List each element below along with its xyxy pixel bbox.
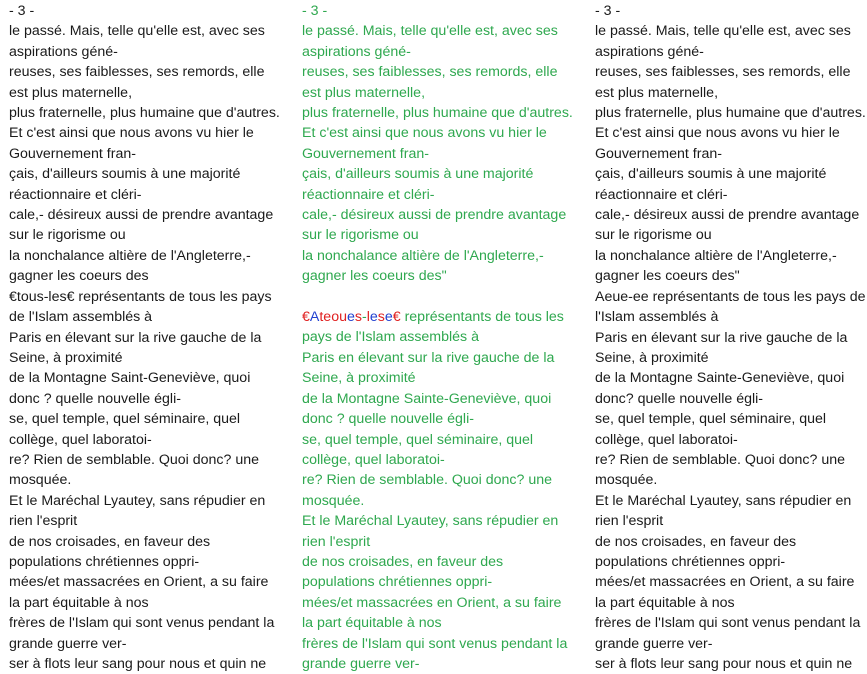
text-line: Aeue-ee représentants de tous les pays d… <box>595 288 866 326</box>
text-line: de nos croisades, en faveur des populati… <box>302 553 508 591</box>
text-line: se, quel temple, quel séminaire, quel co… <box>9 411 245 448</box>
text-line: le passé. Mais, telle qu'elle est, avec … <box>595 23 855 60</box>
text-line: plus fraternelle, plus humaine que d'aut… <box>302 105 573 122</box>
text-line: frères de l'Islam qui sont venus pendant… <box>9 615 279 652</box>
text-line: le passé. Mais, telle qu'elle est, avec … <box>9 23 269 60</box>
text-line: frères de l'Islam qui sont venus pendant… <box>595 615 865 652</box>
text-line: re? Rien de semblable. Quoi donc? une mo… <box>302 472 556 509</box>
text-line: Paris en élevant sur la rive gauche de l… <box>9 329 266 366</box>
diff-inserted: e <box>369 309 378 326</box>
text-line: mées/et massacrées en Orient, a su faire… <box>9 574 273 611</box>
text-line: Et c'est ainsi que nous avons vu hier le… <box>9 125 258 162</box>
text-line: de la Montagne Sainte-Geneviève, quoi do… <box>302 390 556 428</box>
left-text-column: - 3 - le passé. Mais, telle qu'elle est,… <box>9 1 281 674</box>
text-line: la nonchalance altière de l'Angleterre,-… <box>9 247 255 285</box>
text-line: plus fraternelle, plus humaine que d'aut… <box>595 105 866 122</box>
text-line: la nonchalance altière de l'Angleterre,-… <box>595 247 841 285</box>
text-line: çais, d'ailleurs soumis à une majorité r… <box>302 166 538 203</box>
text-line: ser à flots leur sang pour nous et quin … <box>9 656 267 672</box>
text-line: Et c'est ainsi que nous avons vu hier le… <box>595 125 844 162</box>
text-line: re? Rien de semblable. Quoi donc? une mo… <box>9 451 263 489</box>
text-line: mées/et massacrées en Orient, a su faire… <box>302 594 566 632</box>
text-line: frères de l'Islam qui sont venus pendant… <box>302 635 572 672</box>
diff-deleted: € <box>302 309 310 326</box>
diff-deleted: s <box>377 309 385 326</box>
diff-text-column: - 3 - le passé. Mais, telle qu'elle est,… <box>302 1 574 674</box>
diff-deleted: s <box>354 309 362 326</box>
page-number: - 3 - <box>9 3 35 19</box>
text-line: cale,- désireux aussi de prendre avantag… <box>302 207 571 244</box>
diff-inserted: e <box>346 309 355 326</box>
text-line: Paris en élevant sur la rive gauche de l… <box>595 329 852 366</box>
text-line: le passé. Mais, telle qu'elle est, avec … <box>302 23 562 60</box>
diff-deleted: € <box>392 309 401 326</box>
text-line: de nos croisades, en faveur des populati… <box>9 533 215 570</box>
text-line: la nonchalance altière de l'Angleterre,-… <box>302 247 548 285</box>
text-line: ser à flots leur sang pour nous et quin … <box>595 656 853 672</box>
text-line: se, quel temple, quel séminaire, quel co… <box>302 431 538 468</box>
page-number: - 3 - <box>302 3 328 19</box>
text-line: se, quel temple, quel séminaire, quel co… <box>595 411 831 448</box>
diff-line: €Ateoues-lese€ représentants de tous les… <box>302 307 574 348</box>
text-line: de nos croisades, en faveur des populati… <box>595 533 801 570</box>
right-text-column: - 3 - le passé. Mais, telle qu'elle est,… <box>595 1 867 674</box>
text-line: cale,- désireux aussi de prendre avantag… <box>595 207 864 244</box>
text-line: cale,- désireux aussi de prendre avantag… <box>9 207 278 244</box>
text-line: de la Montagne Sainte-Geneviève, quoi do… <box>595 370 849 407</box>
page-number: - 3 - <box>595 3 621 19</box>
text-line: reuses, ses faiblesses, ses remords, ell… <box>302 64 562 101</box>
text-line: Et le Maréchal Lyautey, sans répudier en… <box>9 492 270 530</box>
text-line: reuses, ses faiblesses, ses remords, ell… <box>595 64 855 101</box>
diff-inserted: A <box>309 309 320 326</box>
text-line: Et le Maréchal Lyautey, sans répudier en… <box>595 492 856 530</box>
text-line: de la Montagne Saint-Geneviève, quoi don… <box>9 370 255 407</box>
text-line: çais, d'ailleurs soumis à une majorité r… <box>9 166 245 203</box>
diff-inserted: e <box>384 309 393 326</box>
text-line: çais, d'ailleurs soumis à une majorité r… <box>595 166 831 203</box>
text-line: €tous-les€ représentants de tous les pay… <box>9 288 276 326</box>
text-line: Et le Maréchal Lyautey, sans répudier en… <box>302 513 563 550</box>
diff-deleted: teou <box>319 309 347 326</box>
text-line: re? Rien de semblable. Quoi donc? une mo… <box>595 451 849 489</box>
text-line: Paris en élevant sur la rive gauche de l… <box>302 349 559 387</box>
text-line: reuses, ses faiblesses, ses remords, ell… <box>9 64 269 101</box>
text-line: Et c'est ainsi que nous avons vu hier le… <box>302 125 551 162</box>
text-line: mées/et massacrées en Orient, a su faire… <box>595 574 859 611</box>
text-line: plus fraternelle, plus humaine que d'aut… <box>9 105 280 122</box>
